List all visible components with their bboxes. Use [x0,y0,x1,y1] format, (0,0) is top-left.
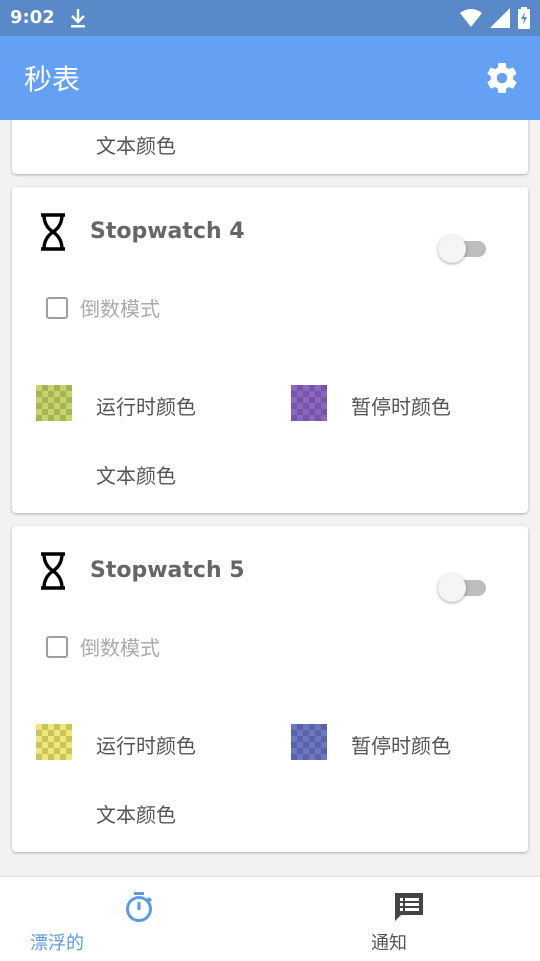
countdown-mode-checkbox[interactable]: 倒数模式 [46,632,160,661]
stopwatch-card: Stopwatch 5 倒数模式 运行时颜色 暂停时颜色 文本颜色 [12,526,528,852]
running-color-swatch[interactable] [36,724,72,760]
nav-notification-label: 通知 [371,933,407,954]
toggle-thumb [438,235,466,263]
running-color-swatch[interactable] [36,385,72,421]
settings-gear-icon[interactable] [484,60,520,96]
stopwatch-card: Stopwatch 4 倒数模式 运行时颜色 暂停时颜色 文本颜色 [12,187,528,513]
paused-color-label[interactable]: 暂停时颜色 [351,730,451,759]
running-color-label[interactable]: 运行时颜色 [96,391,196,420]
paused-color-swatch[interactable] [291,385,327,421]
countdown-mode-label: 倒数模式 [80,636,160,660]
notification-icon [395,893,423,921]
paused-color-label[interactable]: 暂停时颜色 [351,391,451,420]
text-color-option[interactable]: 文本颜色 [96,799,176,828]
cell-signal-icon [490,8,510,28]
countdown-mode-checkbox[interactable]: 倒数模式 [46,293,160,322]
app-title: 秒表 [24,63,81,96]
wifi-icon [460,9,482,27]
checkbox-box[interactable] [46,635,68,658]
nav-floating[interactable]: 漂浮的 [0,877,270,961]
running-color-label[interactable]: 运行时颜色 [96,730,196,759]
stopwatch-enable-toggle[interactable] [438,570,488,602]
download-icon [71,9,85,28]
checkbox-box[interactable] [46,296,68,319]
app-bar: 秒表 [0,36,540,120]
nav-notification[interactable]: 通知 [270,877,540,961]
stopwatch-enable-toggle[interactable] [438,231,488,263]
system-icons [460,7,530,29]
battery-icon [518,7,530,29]
stopwatch-name: Stopwatch 4 [90,219,245,244]
stopwatch-card-partial: 文本颜色 [12,120,528,174]
nav-floating-label: 漂浮的 [30,933,84,954]
hourglass-icon [41,552,65,590]
countdown-mode-label: 倒数模式 [80,297,160,321]
bottom-navigation: 漂浮的 通知 [0,876,540,961]
hourglass-icon [41,213,65,251]
status-bar: 9:02 [0,0,540,36]
stopwatch-icon [126,892,153,922]
paused-color-swatch[interactable] [291,724,327,760]
stopwatch-name: Stopwatch 5 [90,558,245,583]
toggle-thumb [438,574,466,602]
status-time: 9:02 [10,7,55,28]
text-color-option[interactable]: 文本颜色 [96,130,176,159]
text-color-option[interactable]: 文本颜色 [96,460,176,489]
stopwatch-list[interactable]: 文本颜色 Stopwatch 4 倒数模式 运行时颜色 暂停时颜色 文本颜色 S… [0,120,540,876]
